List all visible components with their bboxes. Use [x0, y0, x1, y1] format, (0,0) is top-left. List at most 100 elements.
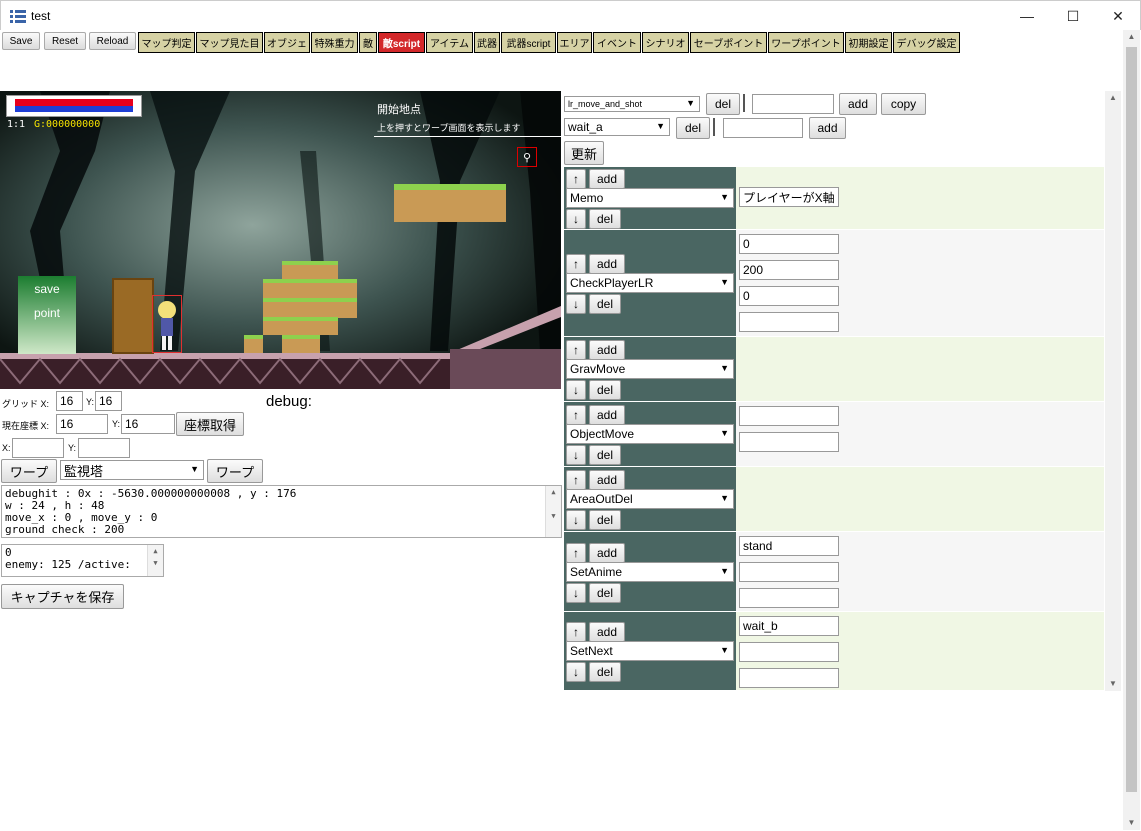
add-command-button[interactable]: add [589, 340, 625, 360]
scrollbar-thumb[interactable] [1126, 47, 1137, 792]
tab-12[interactable]: セーブポイント [690, 32, 767, 53]
new-script-input[interactable] [752, 94, 834, 114]
save-capture-button[interactable]: キャプチャを保存 [1, 584, 124, 609]
warp-x-input[interactable] [12, 438, 64, 458]
move-up-button[interactable]: ↑ [566, 340, 586, 360]
move-up-button[interactable]: ↑ [566, 543, 586, 563]
magnifier-icon[interactable]: ⚲ [517, 147, 537, 167]
add-command-button[interactable]: add [589, 169, 625, 189]
command-select[interactable]: Memo ▼ [566, 188, 734, 208]
param-input[interactable]: 200 [739, 260, 839, 280]
state-del-button[interactable]: del [676, 117, 710, 139]
state-add-button[interactable]: add [809, 117, 846, 139]
coord-x-input[interactable]: 16 [56, 414, 108, 434]
scroll-up-icon[interactable]: ▲ [1105, 91, 1121, 105]
tab-11[interactable]: シナリオ [642, 32, 689, 53]
add-command-button[interactable]: add [589, 470, 625, 490]
scroll-up-icon[interactable]: ▲ [1123, 30, 1140, 44]
param-input[interactable] [739, 642, 839, 662]
move-down-button[interactable]: ↓ [566, 583, 586, 603]
warp-button[interactable]: ワープ [1, 459, 57, 483]
debug-log-scrollbar[interactable]: ▲ ▼ [545, 486, 561, 537]
add-command-button[interactable]: add [589, 622, 625, 642]
close-button[interactable]: ✕ [1095, 1, 1141, 31]
script-del-button[interactable]: del [706, 93, 740, 115]
debug-log-textarea[interactable]: debughit : 0x : -5630.000000000008 , y :… [1, 485, 562, 538]
enemy-log-scrollbar[interactable]: ▲ ▼ [147, 545, 163, 576]
param-input[interactable] [739, 406, 839, 426]
tab-14[interactable]: 初期設定 [845, 32, 892, 53]
move-down-button[interactable]: ↓ [566, 445, 586, 465]
delete-command-button[interactable]: del [589, 445, 621, 465]
delete-command-button[interactable]: del [589, 510, 621, 530]
param-input[interactable] [739, 312, 839, 332]
delete-command-button[interactable]: del [589, 662, 621, 682]
move-up-button[interactable]: ↑ [566, 470, 586, 490]
move-down-button[interactable]: ↓ [566, 294, 586, 314]
add-command-button[interactable]: add [589, 254, 625, 274]
move-down-button[interactable]: ↓ [566, 510, 586, 530]
param-input[interactable] [739, 588, 839, 608]
save-point[interactable]: save point [18, 276, 76, 354]
tab-13[interactable]: ワープポイント [768, 32, 844, 53]
tab-1[interactable]: マップ見た目 [196, 32, 263, 53]
reload-button[interactable]: Reload [89, 32, 136, 50]
param-input[interactable] [739, 668, 839, 688]
tab-5[interactable]: 敵script [378, 32, 425, 53]
tab-6[interactable]: アイテム [426, 32, 473, 53]
move-down-button[interactable]: ↓ [566, 380, 586, 400]
param-input[interactable] [739, 432, 839, 452]
delete-command-button[interactable]: del [589, 380, 621, 400]
script-add-button[interactable]: add [839, 93, 877, 115]
tab-0[interactable]: マップ判定 [138, 32, 195, 53]
move-up-button[interactable]: ↑ [566, 622, 586, 642]
tab-10[interactable]: イベント [593, 32, 641, 53]
door-object[interactable] [112, 278, 154, 354]
param-input[interactable]: wait_b [739, 616, 839, 636]
move-up-button[interactable]: ↑ [566, 254, 586, 274]
tab-15[interactable]: デバッグ設定 [893, 32, 960, 53]
add-command-button[interactable]: add [589, 543, 625, 563]
enemy-log-textarea[interactable]: 0 enemy: 125 /active: ▲ ▼ [1, 544, 164, 577]
param-input[interactable]: 0 [739, 234, 839, 254]
editor-scrollbar[interactable]: ▲ ▼ [1105, 91, 1121, 691]
command-select[interactable]: SetAnime ▼ [566, 562, 734, 582]
add-command-button[interactable]: add [589, 405, 625, 425]
update-button[interactable]: 更新 [564, 141, 604, 165]
grid-y-input[interactable]: 16 [95, 391, 122, 411]
new-state-input[interactable] [723, 118, 803, 138]
param-input[interactable]: プレイヤーがX軸 [739, 187, 839, 207]
window-scrollbar[interactable]: ▲ ▼ [1123, 30, 1140, 830]
script-copy-button[interactable]: copy [881, 93, 926, 115]
command-select[interactable]: GravMove ▼ [566, 359, 734, 379]
tab-8[interactable]: 武器script [501, 32, 556, 53]
delete-command-button[interactable]: del [589, 583, 621, 603]
tab-4[interactable]: 敵 [359, 32, 377, 53]
tab-3[interactable]: 特殊重力 [311, 32, 358, 53]
param-input[interactable]: stand [739, 536, 839, 556]
game-canvas[interactable]: 1:1 G:000000000 開始地点 上を押すとワープ画面を表示します ⚲ … [0, 91, 561, 389]
param-input[interactable]: 0 [739, 286, 839, 306]
command-select[interactable]: CheckPlayerLR ▼ [566, 273, 734, 293]
scroll-down-icon[interactable]: ▼ [1105, 677, 1121, 691]
state-select[interactable]: wait_a ▼ [564, 118, 670, 136]
param-input[interactable] [739, 562, 839, 582]
scroll-down-icon[interactable]: ▼ [1123, 816, 1140, 830]
tab-9[interactable]: エリア [557, 32, 592, 53]
warp-y-input[interactable] [78, 438, 130, 458]
script-select[interactable]: lr_move_and_shot ▼ [564, 96, 700, 112]
command-select[interactable]: ObjectMove ▼ [566, 424, 734, 444]
grid-x-input[interactable]: 16 [56, 391, 83, 411]
coord-y-input[interactable]: 16 [121, 414, 175, 434]
reset-button[interactable]: Reset [44, 32, 86, 50]
warp-button-2[interactable]: ワープ [207, 459, 263, 483]
save-button[interactable]: Save [2, 32, 40, 50]
delete-command-button[interactable]: del [589, 209, 621, 229]
minimize-button[interactable]: — [1004, 1, 1050, 31]
tab-7[interactable]: 武器 [474, 32, 500, 53]
tab-2[interactable]: オブジェ [264, 32, 310, 53]
get-coords-button[interactable]: 座標取得 [176, 412, 244, 436]
move-up-button[interactable]: ↑ [566, 405, 586, 425]
maximize-button[interactable]: ☐ [1050, 1, 1096, 31]
delete-command-button[interactable]: del [589, 294, 621, 314]
